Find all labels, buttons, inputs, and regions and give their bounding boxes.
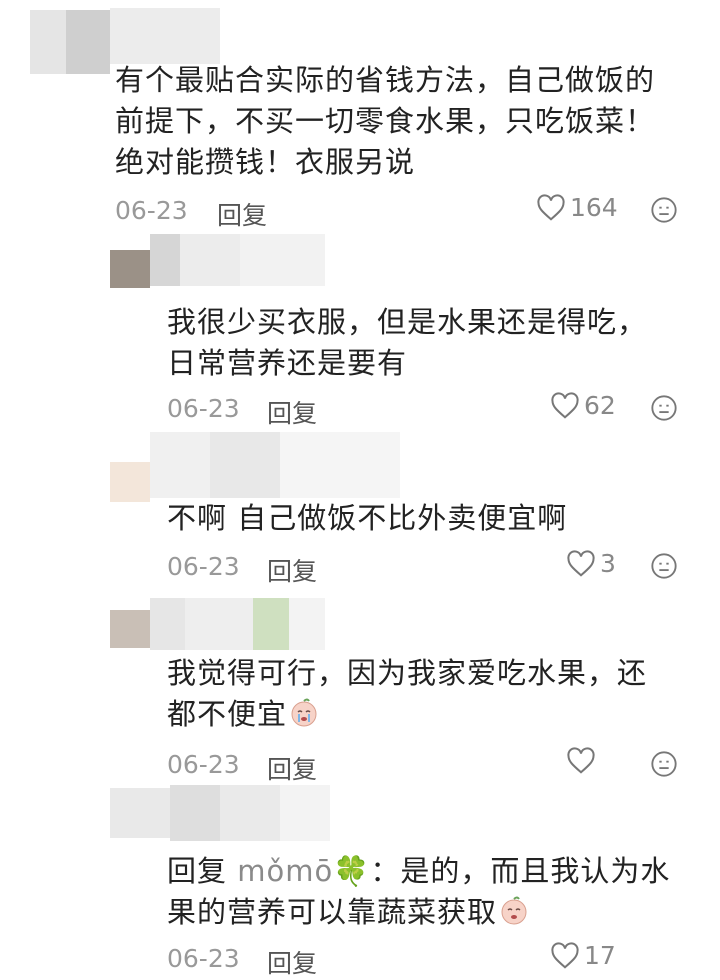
reply-button[interactable]: 回复 bbox=[267, 944, 317, 980]
like-count: 62 bbox=[584, 391, 616, 420]
heart-outline-icon bbox=[567, 747, 595, 774]
like-button[interactable]: 62 bbox=[550, 391, 616, 420]
avatar[interactable] bbox=[110, 250, 150, 288]
avatar[interactable] bbox=[110, 610, 150, 648]
neutral-face-icon[interactable] bbox=[650, 750, 678, 778]
comment-text: 我觉得可行，因为我家爱吃水果，还 都不便宜 bbox=[167, 656, 648, 731]
like-count: 164 bbox=[570, 193, 618, 222]
comment-text: 不啊 自己做饭不比外卖便宜啊 bbox=[167, 501, 568, 535]
reply-button[interactable]: 回复 bbox=[267, 394, 317, 430]
comment-text: 回复 mǒmō🍀：是的，而且我认为水 果的营养可以靠蔬菜获取 bbox=[167, 854, 671, 929]
comment-date: 06-23 bbox=[167, 552, 240, 581]
like-count: 3 bbox=[600, 549, 616, 578]
neutral-face-icon[interactable] bbox=[650, 394, 678, 422]
comment-date: 06-23 bbox=[167, 750, 240, 779]
heart-outline-icon bbox=[551, 941, 579, 969]
neutral-face-icon[interactable] bbox=[650, 552, 678, 580]
like-button[interactable]: 3 bbox=[566, 549, 616, 578]
like-button[interactable] bbox=[566, 747, 600, 775]
mention-link[interactable]: mǒmō🍀 bbox=[237, 854, 370, 888]
neutral-face-icon[interactable] bbox=[650, 196, 678, 224]
username-blurred[interactable] bbox=[150, 234, 325, 286]
like-button[interactable]: 164 bbox=[536, 193, 618, 222]
username-blurred[interactable] bbox=[170, 785, 330, 841]
reply-button[interactable]: 回复 bbox=[217, 196, 267, 232]
heart-outline-icon bbox=[537, 193, 565, 221]
avatar[interactable] bbox=[110, 788, 170, 838]
crying-face-emoji bbox=[291, 698, 317, 727]
comment-date: 06-23 bbox=[167, 394, 240, 423]
comment-text: 有个最贴合实际的省钱方法，自己做饭的 前提下，不买一切零食水果，只吃饭菜！ 绝对… bbox=[115, 63, 656, 179]
crying-face-emoji bbox=[501, 896, 527, 925]
heart-outline-icon bbox=[551, 391, 579, 419]
heart-outline-icon bbox=[567, 549, 595, 577]
comment-text: 我很少买衣服，但是水果还是得吃， 日常营养还是要有 bbox=[167, 305, 648, 380]
avatar[interactable] bbox=[110, 462, 150, 502]
reply-prefix: 回复 bbox=[167, 854, 228, 888]
comment-date: 06-23 bbox=[167, 944, 240, 973]
reply-button[interactable]: 回复 bbox=[267, 750, 317, 786]
username-blurred[interactable] bbox=[150, 598, 325, 650]
avatar[interactable] bbox=[30, 10, 110, 74]
like-button[interactable]: 17 bbox=[550, 941, 616, 970]
like-count: 17 bbox=[584, 941, 616, 970]
username-blurred[interactable] bbox=[150, 432, 400, 498]
comment-date: 06-23 bbox=[115, 196, 188, 225]
reply-button[interactable]: 回复 bbox=[267, 552, 317, 588]
username-blurred[interactable] bbox=[110, 8, 220, 64]
